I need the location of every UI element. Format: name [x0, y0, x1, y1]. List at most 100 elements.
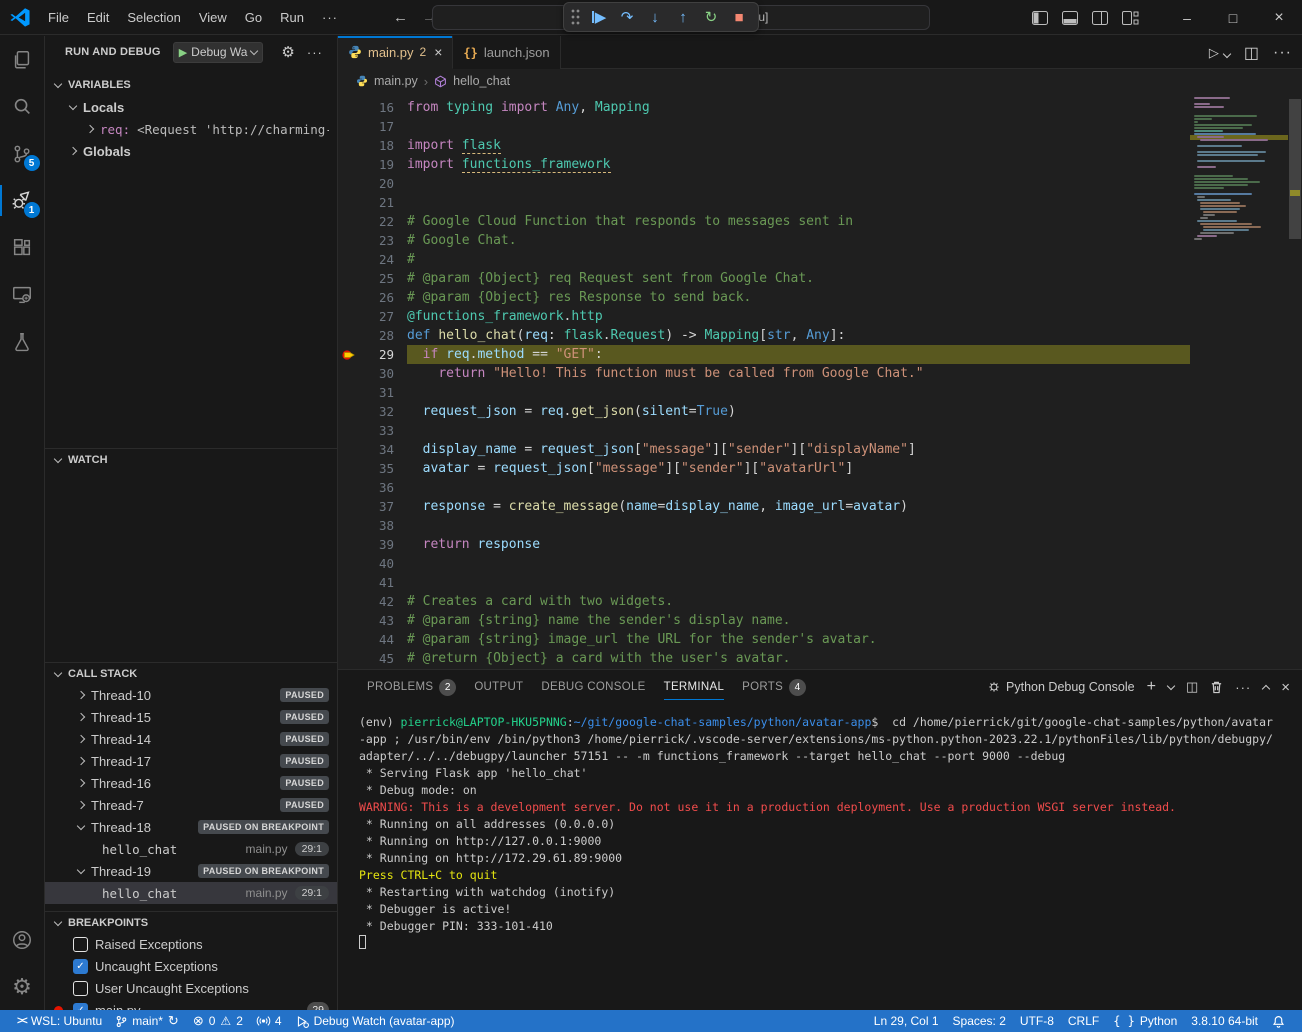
- code-line-17[interactable]: 17: [338, 117, 1190, 136]
- breakpoint-checkbox[interactable]: [73, 937, 88, 952]
- search-icon[interactable]: [0, 83, 45, 130]
- code-line-43[interactable]: 43# @param {string} name the sender's di…: [338, 611, 1190, 630]
- new-terminal-icon[interactable]: +: [1147, 678, 1156, 696]
- split-editor-icon[interactable]: ◫: [1244, 43, 1259, 63]
- debug-restart-button[interactable]: ↻: [699, 5, 723, 29]
- eol-status[interactable]: CRLF: [1061, 1010, 1106, 1032]
- code-line-21[interactable]: 21: [338, 193, 1190, 212]
- explorer-icon[interactable]: [0, 36, 45, 83]
- start-debug-icon[interactable]: ▶: [179, 46, 187, 59]
- breakpoint-row[interactable]: ✓Uncaught Exceptions: [45, 955, 337, 977]
- debug-continue-button[interactable]: ▶: [587, 5, 611, 29]
- kill-terminal-icon[interactable]: [1210, 680, 1223, 694]
- menu-edit[interactable]: Edit: [78, 6, 118, 29]
- split-terminal-icon[interactable]: ◫: [1186, 679, 1198, 695]
- call-stack-thread-row[interactable]: Thread-16PAUSED: [45, 772, 337, 794]
- active-terminal-label[interactable]: Python Debug Console: [987, 680, 1135, 694]
- code-line-35[interactable]: 35 avatar = request_json["message"]["sen…: [338, 459, 1190, 478]
- code-line-34[interactable]: 34 display_name = request_json["message"…: [338, 440, 1190, 459]
- variables-locals-row[interactable]: Locals: [45, 96, 337, 118]
- call-stack-thread-row[interactable]: Thread-19PAUSED ON BREAKPOINT: [45, 860, 337, 882]
- code-line-27[interactable]: 27@functions_framework.http: [338, 307, 1190, 326]
- testing-icon[interactable]: [0, 318, 45, 365]
- stack-frame-row[interactable]: hello_chatmain.py29:1: [45, 838, 337, 860]
- call-stack-thread-row[interactable]: Thread-18PAUSED ON BREAKPOINT: [45, 816, 337, 838]
- toggle-sidebar-icon[interactable]: [1032, 11, 1048, 25]
- code-line-22[interactable]: 22# Google Cloud Function that responds …: [338, 212, 1190, 231]
- window-close-button[interactable]: ×: [1256, 0, 1302, 35]
- debug-step-out-button[interactable]: ↑: [671, 5, 695, 29]
- code-line-39[interactable]: 39 return response: [338, 535, 1190, 554]
- tab-ports[interactable]: PORTS4: [733, 670, 815, 704]
- call-stack-thread-row[interactable]: Thread-10PAUSED: [45, 684, 337, 706]
- breadcrumb-file[interactable]: main.py: [374, 74, 418, 88]
- breakpoint-current-icon[interactable]: [338, 349, 360, 361]
- debug-step-into-button[interactable]: ↓: [643, 5, 667, 29]
- code-line-24[interactable]: 24#: [338, 250, 1190, 269]
- code-line-45[interactable]: 45# @return {Object} a card with the use…: [338, 649, 1190, 668]
- customize-layout-icon[interactable]: [1122, 11, 1138, 25]
- notifications-bell[interactable]: [1265, 1010, 1292, 1032]
- tab-output[interactable]: OUTPUT: [465, 670, 532, 704]
- encoding-status[interactable]: UTF-8: [1013, 1010, 1061, 1032]
- code-line-19[interactable]: 19import functions_framework: [338, 155, 1190, 174]
- call-stack-section-header[interactable]: CALL STACK: [45, 662, 337, 684]
- cursor-position-status[interactable]: Ln 29, Col 1: [867, 1010, 946, 1032]
- code-line-37[interactable]: 37 response = create_message(name=displa…: [338, 497, 1190, 516]
- code-line-31[interactable]: 31: [338, 383, 1190, 402]
- language-mode-status[interactable]: { } Python: [1106, 1010, 1184, 1032]
- debug-session-status[interactable]: Debug Watch (avatar-app): [289, 1010, 462, 1032]
- terminal-dropdown-icon[interactable]: [1167, 682, 1175, 690]
- variables-section-header[interactable]: VARIABLES: [45, 74, 337, 96]
- code-line-18[interactable]: 18import flask: [338, 136, 1190, 155]
- close-panel-icon[interactable]: ×: [1281, 679, 1290, 696]
- code-line-30[interactable]: 30 return "Hello! This function must be …: [338, 364, 1190, 383]
- code-line-40[interactable]: 40: [338, 554, 1190, 573]
- remote-explorer-icon[interactable]: [0, 271, 45, 318]
- problems-status[interactable]: ⊗ 0 ⚠ 2: [186, 1010, 250, 1032]
- extensions-icon[interactable]: [0, 224, 45, 271]
- launch-config-dropdown[interactable]: ▶ Debug Wa: [173, 42, 264, 63]
- variables-globals-row[interactable]: Globals: [45, 140, 337, 162]
- code-line-33[interactable]: 33: [338, 421, 1190, 440]
- remote-indicator[interactable]: >< WSL: Ubuntu: [10, 1010, 109, 1032]
- debug-step-over-button[interactable]: ↷: [615, 5, 639, 29]
- code-line-28[interactable]: 28def hello_chat(req: flask.Request) -> …: [338, 326, 1190, 345]
- accounts-icon[interactable]: [0, 916, 45, 963]
- menu-go[interactable]: Go: [236, 6, 271, 29]
- code-line-36[interactable]: 36: [338, 478, 1190, 497]
- run-python-file-icon[interactable]: ▷: [1209, 45, 1230, 61]
- menu-run[interactable]: Run: [271, 6, 313, 29]
- code-line-25[interactable]: 25# @param {Object} req Request sent fro…: [338, 269, 1190, 288]
- settings-gear-icon[interactable]: ⚙: [0, 963, 45, 1010]
- toggle-panel-icon[interactable]: [1062, 11, 1078, 25]
- code-editor[interactable]: 16from typing import Any, Mapping1718imp…: [338, 94, 1302, 669]
- nav-back-icon[interactable]: ←: [393, 9, 408, 26]
- breakpoint-row[interactable]: Raised Exceptions: [45, 933, 337, 955]
- window-maximize-button[interactable]: □: [1210, 0, 1256, 35]
- tab-main-py[interactable]: main.py 2 ×: [338, 36, 453, 69]
- sidebar-more-icon[interactable]: ···: [307, 45, 323, 60]
- forwarded-ports-status[interactable]: 4: [250, 1010, 289, 1032]
- code-line-44[interactable]: 44# @param {string} image_url the URL fo…: [338, 630, 1190, 649]
- source-control-icon[interactable]: 5: [0, 130, 45, 177]
- menu-selection[interactable]: Selection: [118, 6, 189, 29]
- tab-debug-console[interactable]: DEBUG CONSOLE: [532, 670, 654, 704]
- code-line-41[interactable]: 41: [338, 573, 1190, 592]
- tab-close-icon[interactable]: ×: [434, 44, 442, 60]
- code-line-23[interactable]: 23# Google Chat.: [338, 231, 1190, 250]
- variables-req-row[interactable]: req: <Request 'http://charming-tro…: [45, 118, 337, 140]
- debug-stop-button[interactable]: ■: [727, 5, 751, 29]
- breadcrumb-symbol[interactable]: hello_chat: [453, 74, 510, 88]
- panel-more-actions-icon[interactable]: ···: [1235, 680, 1251, 695]
- call-stack-thread-row[interactable]: Thread-7PAUSED: [45, 794, 337, 816]
- tab-problems[interactable]: PROBLEMS2: [358, 670, 465, 704]
- watch-section-header[interactable]: WATCH: [45, 448, 337, 470]
- stack-frame-row[interactable]: hello_chatmain.py29:1: [45, 882, 337, 904]
- tab-launch-json[interactable]: {} launch.json: [453, 36, 560, 69]
- indentation-status[interactable]: Spaces: 2: [946, 1010, 1013, 1032]
- scrollbar-thumb[interactable]: [1289, 99, 1301, 239]
- python-interpreter-status[interactable]: 3.8.10 64-bit: [1184, 1010, 1265, 1032]
- menu-view[interactable]: View: [190, 6, 236, 29]
- call-stack-thread-row[interactable]: Thread-17PAUSED: [45, 750, 337, 772]
